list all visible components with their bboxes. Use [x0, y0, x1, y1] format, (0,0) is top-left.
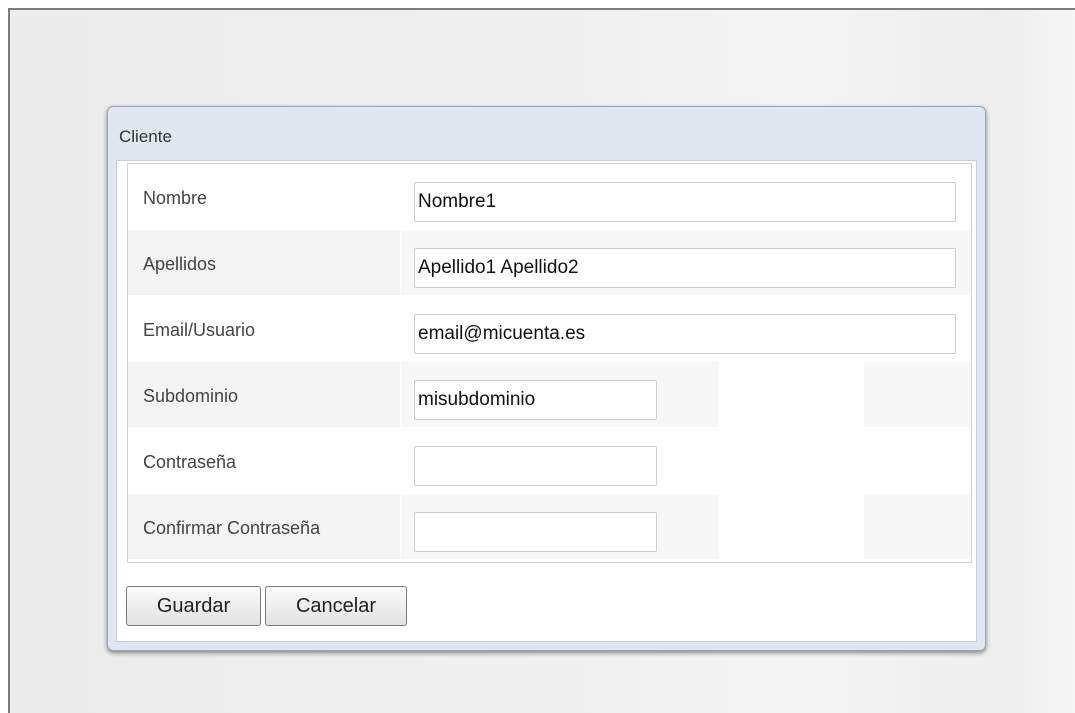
field-cell: [401, 230, 971, 295]
label-cell: Apellidos: [128, 230, 401, 295]
contrasena-label: Contraseña: [143, 452, 237, 472]
label-cell: Nombre: [128, 164, 401, 229]
form-row-contrasena: Contraseña: [128, 428, 971, 494]
field-cell: [401, 362, 971, 427]
cancel-button[interactable]: Cancelar: [265, 586, 407, 626]
subdominio-input[interactable]: [414, 380, 657, 420]
label-cell: Subdominio: [128, 362, 401, 427]
label-cell: Contraseña: [128, 428, 401, 493]
client-form: Nombre Apellidos Email/U: [127, 163, 972, 563]
nombre-input[interactable]: [414, 182, 956, 222]
form-row-nombre: Nombre: [128, 164, 971, 230]
apellidos-input[interactable]: [414, 248, 956, 288]
label-cell: Confirmar Contraseña: [128, 494, 401, 559]
hint-area: [719, 494, 864, 559]
form-row-confirmar-contrasena: Confirmar Contraseña: [128, 494, 971, 560]
password-input[interactable]: [414, 446, 657, 486]
apellidos-label: Apellidos: [143, 254, 217, 274]
form-row-email: Email/Usuario: [128, 296, 971, 362]
hint-area: [719, 362, 864, 427]
dialog-title: Cliente: [119, 127, 172, 146]
dialog-body: Nombre Apellidos Email/U: [116, 160, 977, 642]
field-cell: [401, 164, 971, 229]
field-cell: [401, 494, 971, 559]
form-row-apellidos: Apellidos: [128, 230, 971, 296]
confirm-password-input[interactable]: [414, 512, 657, 552]
field-cell: [401, 428, 971, 493]
confirmar-contrasena-label: Confirmar Contraseña: [143, 518, 321, 538]
field-cell: [401, 296, 971, 361]
nombre-label: Nombre: [143, 188, 208, 208]
form-row-subdominio: Subdominio: [128, 362, 971, 428]
page-viewport: Cliente Nombre Apellidos: [8, 8, 1075, 713]
email-input[interactable]: [414, 314, 956, 354]
client-dialog: Cliente Nombre Apellidos: [107, 106, 986, 651]
save-button[interactable]: Guardar: [126, 586, 261, 626]
label-cell: Email/Usuario: [128, 296, 401, 361]
subdominio-label: Subdominio: [143, 386, 239, 406]
email-label: Email/Usuario: [143, 320, 256, 340]
